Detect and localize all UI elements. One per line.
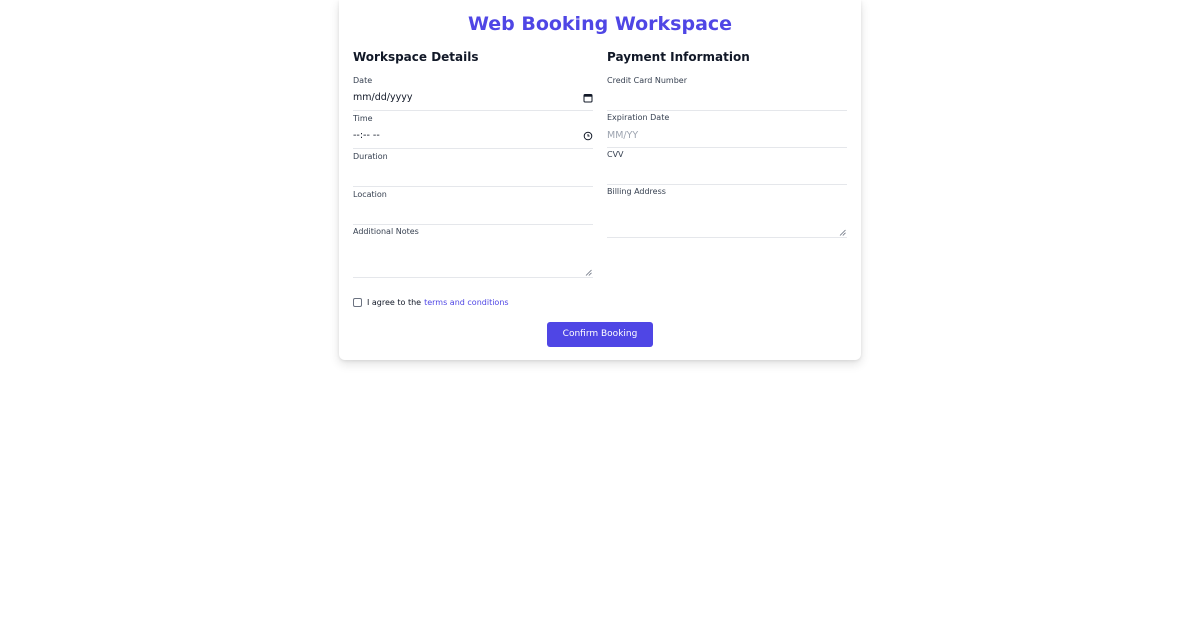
notes-field-group: Additional Notes: [353, 226, 593, 278]
time-label: Time: [353, 114, 373, 123]
expiration-label: Expiration Date: [607, 113, 670, 122]
date-field-group: Date mm/dd/yyyy: [353, 75, 593, 111]
expiration-field-group: Expiration Date: [607, 112, 847, 148]
terms-link[interactable]: terms and conditions: [424, 298, 508, 307]
payment-information-heading: Payment Information: [607, 50, 750, 64]
location-field[interactable]: [353, 201, 593, 224]
card-number-field[interactable]: [607, 87, 847, 110]
terms-agreement: I agree to the terms and conditions: [353, 296, 509, 308]
cvv-label: CVV: [607, 150, 624, 159]
location-field-group: Location: [353, 189, 593, 225]
page-title: Web Booking Workspace: [467, 13, 733, 35]
confirm-booking-button[interactable]: Confirm Booking: [547, 322, 653, 347]
billing-label: Billing Address: [607, 187, 666, 196]
calendar-icon[interactable]: [583, 93, 593, 103]
cvv-field-group: CVV: [607, 149, 847, 185]
cvv-input[interactable]: [607, 161, 847, 185]
expiration-field[interactable]: [607, 124, 847, 147]
card-number-field-group: Credit Card Number: [607, 75, 847, 111]
billing-textarea[interactable]: [607, 198, 847, 238]
billing-field[interactable]: [607, 198, 847, 237]
booking-card: Web Booking Workspace Workspace Details …: [339, 0, 861, 360]
duration-field[interactable]: [353, 163, 593, 186]
date-label: Date: [353, 76, 373, 85]
date-value: mm/dd/yyyy: [353, 92, 413, 103]
terms-checkbox[interactable]: [353, 297, 362, 307]
time-input[interactable]: --:-- --: [353, 125, 593, 149]
duration-input[interactable]: [353, 163, 593, 187]
clock-icon[interactable]: [583, 131, 593, 141]
location-label: Location: [353, 190, 387, 199]
card-number-label: Credit Card Number: [607, 76, 687, 85]
resize-handle-icon[interactable]: [585, 269, 592, 276]
workspace-details-section: Workspace Details Date mm/dd/yyyy Time -…: [353, 48, 593, 278]
time-field-group: Time --:-- --: [353, 113, 593, 149]
notes-field[interactable]: [353, 238, 593, 277]
notes-textarea[interactable]: [353, 238, 593, 278]
location-input[interactable]: [353, 201, 593, 225]
duration-field-group: Duration: [353, 151, 593, 187]
time-value: --:-- --: [353, 130, 380, 141]
cvv-field[interactable]: [607, 161, 847, 184]
expiration-input[interactable]: [607, 124, 847, 148]
date-input[interactable]: mm/dd/yyyy: [353, 87, 593, 111]
workspace-details-heading: Workspace Details: [353, 50, 479, 64]
card-number-input[interactable]: [607, 87, 847, 111]
terms-prefix-text: I agree to the: [367, 297, 422, 307]
notes-label: Additional Notes: [353, 227, 419, 236]
payment-information-section: Payment Information Credit Card Number E…: [607, 48, 847, 238]
resize-handle-icon[interactable]: [839, 229, 846, 236]
duration-label: Duration: [353, 152, 388, 161]
billing-field-group: Billing Address: [607, 186, 847, 238]
